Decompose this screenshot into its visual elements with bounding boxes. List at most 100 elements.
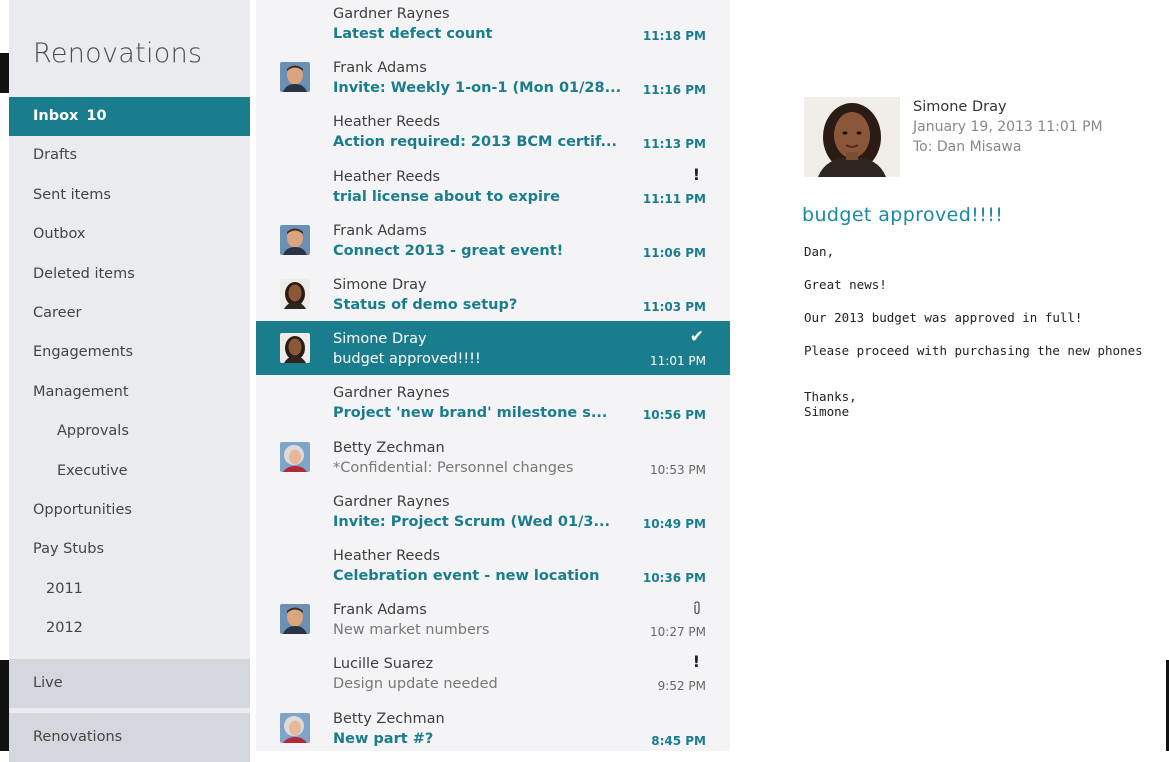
left-edge [0,0,9,751]
account-title: Renovations [33,38,203,69]
frank-avatar-icon [280,224,310,255]
folder-label: Sent items [33,186,111,203]
message-time: 11:13 PM [642,137,706,152]
folder-item-approvals[interactable]: Approvals [9,412,250,451]
folder-item-engagements[interactable]: Engagements [9,333,250,372]
message-sender: Heather Reeds [333,168,441,185]
message-body[interactable]: Dan, Great news! Our 2013 budget was app… [804,244,1143,376]
message-row[interactable]: Simone Dray budget approved!!!! 11:01 PM ✔ [256,321,730,376]
folder-item-outbox[interactable]: Outbox [9,215,250,254]
message-list[interactable]: Gardner Raynes Latest defect count 11:18 P… [256,0,730,751]
important-flag-icon: ! [692,652,700,672]
message-sender: Frank Adams [333,222,427,239]
folder-label: Executive [57,462,128,479]
message-time: 11:11 PM [642,191,706,206]
folder-label: Opportunities [33,501,132,518]
message-subject: Status of demo setup? [333,297,518,313]
folder-label: Inbox [33,108,79,124]
folder-label: Career [33,304,82,321]
message-time: 11:03 PM [642,300,706,314]
message-subject: New part #? [333,730,434,747]
folder-label: Management [33,383,129,400]
frank-avatar-icon [280,604,310,635]
message-row[interactable]: Gardner Raynes Latest defect count 11:18 P… [256,0,730,50]
folder-item-inbox[interactable]: Inbox 10 [9,97,250,137]
important-flag-icon: ! [692,164,700,184]
message-time: 10:53 PM [650,462,706,477]
message-subject: Celebration event - new location [333,568,600,584]
folder-item-career[interactable]: Career [9,294,250,333]
message-row[interactable]: Heather Reeds Celebration event - new loc… [256,538,730,592]
attachment-indicator [692,600,702,619]
message-row[interactable]: Lucille Suarez Design update needed 9:52 P… [256,646,730,700]
folder-item-executive[interactable]: Executive [9,452,250,491]
folder-item-deleted-items[interactable]: Deleted items [9,255,250,294]
person-photo-icon [804,97,900,177]
sender-avatar [280,441,310,472]
message-sender: Heather Reeds [333,548,441,564]
message-row[interactable]: Betty Zechman *Confidential: Personnel ch… [256,430,730,484]
simone-avatar-icon [280,333,310,364]
message-time: 11:01 PM [650,354,706,369]
message-subject: Project 'new brand' milestone s... [333,405,608,422]
message-time: 9:52 PM [657,679,706,694]
message-row[interactable]: Gardner Raynes Project 'new brand' milest… [256,375,730,429]
message-subject: Latest defect count [333,26,493,42]
message-row[interactable]: Frank Adams New market numbers 10:27 PM [256,592,730,646]
folder-item-opportunities[interactable]: Opportunities [9,491,250,530]
message-subject: budget approved!!!! [802,204,1004,226]
message-row[interactable]: Heather Reeds Action required: 2013 BCM c… [256,104,730,158]
body-line: Our 2013 budget was approved in full! [804,310,1083,325]
body-line: Please proceed with purchasing the new p… [804,343,1143,358]
message-subject: *Confidential: Personnel changes [333,459,574,476]
folder-item-2011[interactable]: 2011 [9,570,250,609]
message-subject: Invite: Project Scrum (Wed 01/3... [333,513,610,530]
message-time: 10:56 PM [642,408,706,423]
folder-pane: Renovations Inbox 10 Drafts Sent items Outbo… [9,0,250,762]
sender-avatar [280,279,310,309]
account-live[interactable]: Live [9,659,250,708]
message-sender: Simone Dray [333,277,427,293]
edge-block [0,660,9,751]
folder-label: Engagements [33,344,134,361]
folder-item-pay-stubs[interactable]: Pay Stubs [9,530,250,569]
folder-item-drafts[interactable]: Drafts [9,136,250,175]
message-row[interactable]: Frank Adams Connect 2013 - great event! 11… [256,213,730,267]
message-subject: New market numbers [333,622,490,639]
folder-list: Inbox 10 Drafts Sent items Outbox Deleted ite… [9,97,250,648]
reading-pane: Simone Dray January 19, 2013 11:01 PM To… [730,0,1169,751]
signature: Thanks, Simone [804,389,857,419]
attachment-icon [694,601,700,615]
message-time: 11:18 PM [642,29,706,43]
message-time: 11:16 PM [642,83,706,98]
message-row[interactable]: Simone Dray Status of demo setup? 11:03 PM [256,267,730,321]
body-line: Great news! [804,277,887,292]
folder-item-2012[interactable]: 2012 [9,609,250,648]
folder-label: Approvals [57,423,129,440]
message-sender: Frank Adams [333,602,427,619]
folder-label: 2012 [46,620,83,637]
message-sender: Betty Zechman [333,439,445,456]
message-subject: trial license about to expire [333,188,560,205]
message-time: 8:45 PM [651,733,706,748]
message-row[interactable]: Gardner Raynes Invite: Project Scrum (Wed… [256,484,730,538]
folder-label: Pay Stubs [33,541,105,558]
message-row[interactable]: Heather Reeds trial license about to expi… [256,159,730,213]
sender-avatar [804,97,900,177]
signature-name: Simone [804,404,850,419]
message-row[interactable]: Betty Zechman New part #? 8:45 PM [256,701,730,755]
simone-avatar-icon [280,279,310,309]
body-line: Dan, [804,244,835,259]
folder-item-sent-items[interactable]: Sent items [9,176,250,215]
message-time: 10:27 PM [650,625,706,640]
message-sender: Frank Adams [333,60,427,77]
message-time: 10:36 PM [642,571,706,585]
message-sender: Simone Dray [333,331,427,348]
message-subject: Invite: Weekly 1-on-1 (Mon 01/28... [333,80,622,97]
message-row[interactable]: Frank Adams Invite: Weekly 1-on-1 (Mon 01… [256,50,730,104]
sent-date: January 19, 2013 11:01 PM [913,119,1103,135]
folder-item-management[interactable]: Management [9,373,250,412]
signoff: Thanks, [804,389,857,404]
account-renovations[interactable]: Renovations [9,713,250,762]
sender-avatar [280,604,310,635]
